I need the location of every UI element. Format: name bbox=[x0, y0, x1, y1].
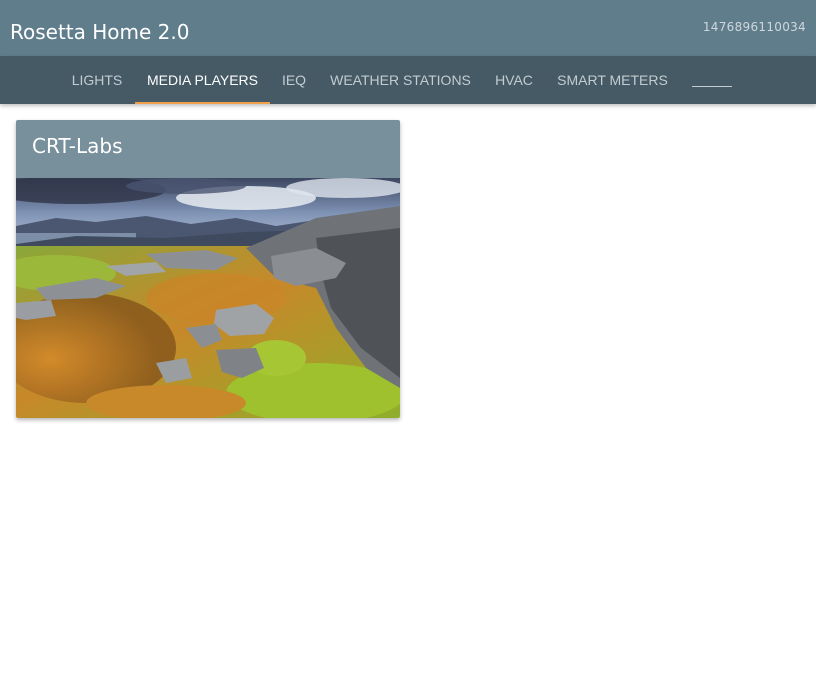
tab-smart-meters[interactable]: SMART METERS bbox=[545, 56, 680, 104]
active-tab-indicator bbox=[135, 102, 270, 104]
tab-label: LIGHTS bbox=[71, 72, 123, 88]
tab-label: MEDIA PLAYERS bbox=[146, 72, 258, 88]
tab-hvac[interactable]: HVAC bbox=[483, 56, 545, 104]
card-header: CRT-Labs bbox=[16, 120, 400, 178]
app-header: Rosetta Home 2.0 1476896110034 bbox=[0, 0, 816, 56]
media-player-card[interactable]: CRT-Labs bbox=[16, 120, 400, 418]
tab-label: HVAC bbox=[495, 72, 533, 88]
card-title: CRT-Labs bbox=[32, 134, 123, 158]
tab-weather-stations[interactable]: WEATHER STATIONS bbox=[318, 56, 483, 104]
tab-lights[interactable]: LIGHTS bbox=[60, 56, 134, 104]
tab-bar: LIGHTS MEDIA PLAYERS IEQ WEATHER STATION… bbox=[0, 56, 816, 104]
app-title: Rosetta Home 2.0 bbox=[10, 20, 190, 44]
tab-unlabeled[interactable] bbox=[692, 86, 732, 87]
tab-ieq[interactable]: IEQ bbox=[270, 56, 318, 104]
tab-label: WEATHER STATIONS bbox=[330, 72, 471, 88]
tab-label: SMART METERS bbox=[557, 72, 668, 88]
landscape-image bbox=[16, 178, 400, 418]
tab-media-players[interactable]: MEDIA PLAYERS bbox=[135, 56, 270, 104]
timestamp: 1476896110034 bbox=[702, 20, 806, 34]
tab-label: IEQ bbox=[281, 72, 307, 88]
